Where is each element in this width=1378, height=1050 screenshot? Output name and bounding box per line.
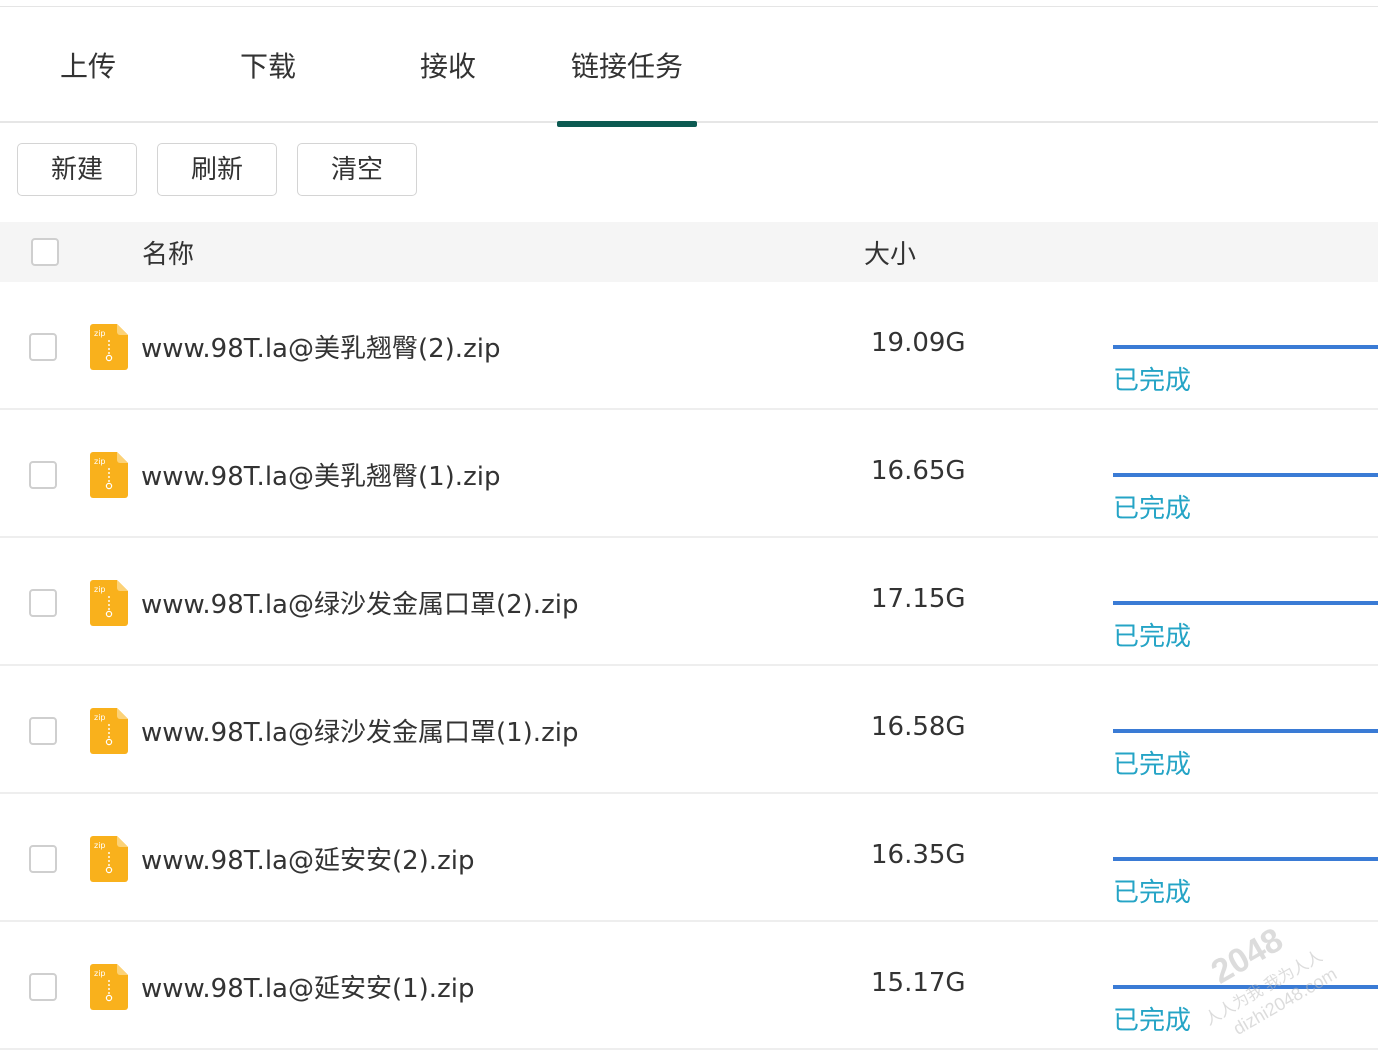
file-name[interactable]: www.98T.la@延安安(1).zip	[141, 968, 474, 1005]
tab-receive[interactable]: 接收	[400, 7, 496, 123]
zip-file-icon: zip	[90, 324, 128, 370]
file-name[interactable]: www.98T.la@美乳翘臀(1).zip	[141, 456, 500, 493]
row-checkbox[interactable]	[29, 717, 57, 745]
row-checkbox[interactable]	[29, 589, 57, 617]
table-row[interactable]: zip www.98T.la@延安安(1).zip 15.17G 已完成	[0, 922, 1378, 1050]
file-size: 15.17G	[871, 968, 966, 998]
table-row[interactable]: zip www.98T.la@绿沙发金属口罩(1).zip 16.58G 已完成	[0, 666, 1378, 794]
file-size: 19.09G	[871, 328, 966, 358]
zip-file-icon: zip	[90, 708, 128, 754]
svg-text:zip: zip	[94, 713, 106, 722]
svg-text:zip: zip	[94, 969, 106, 978]
file-name[interactable]: www.98T.la@延安安(2).zip	[141, 840, 474, 877]
row-checkbox[interactable]	[29, 973, 57, 1001]
file-size: 16.58G	[871, 712, 966, 742]
new-button[interactable]: 新建	[17, 143, 137, 196]
table-row[interactable]: zip www.98T.la@美乳翘臀(2).zip 19.09G 已完成	[0, 282, 1378, 410]
progress-bar	[1113, 345, 1378, 349]
file-name[interactable]: www.98T.la@绿沙发金属口罩(2).zip	[141, 584, 578, 621]
zip-file-icon: zip	[90, 452, 128, 498]
progress-bar	[1113, 601, 1378, 605]
status-text: 已完成	[1113, 366, 1192, 396]
transfer-tabs: 上传 下载 接收 链接任务	[0, 7, 1378, 127]
tab-link-tasks[interactable]: 链接任务	[557, 7, 697, 127]
row-checkbox[interactable]	[29, 333, 57, 361]
table-row[interactable]: zip www.98T.la@美乳翘臀(1).zip 16.65G 已完成	[0, 410, 1378, 538]
active-tab-indicator	[557, 121, 697, 127]
file-size: 17.15G	[871, 584, 966, 614]
progress-bar	[1113, 985, 1378, 989]
status-text: 已完成	[1113, 878, 1192, 908]
column-header-size[interactable]: 大小	[864, 234, 916, 271]
file-name[interactable]: www.98T.la@绿沙发金属口罩(1).zip	[141, 712, 578, 749]
row-checkbox[interactable]	[29, 461, 57, 489]
zip-file-icon: zip	[90, 964, 128, 1010]
table-header: 名称 大小	[0, 222, 1378, 282]
select-all-checkbox[interactable]	[31, 238, 59, 266]
svg-text:zip: zip	[94, 585, 106, 594]
tab-upload[interactable]: 上传	[40, 7, 136, 123]
column-header-name[interactable]: 名称	[142, 234, 194, 271]
table-row[interactable]: zip www.98T.la@绿沙发金属口罩(2).zip 17.15G 已完成	[0, 538, 1378, 666]
svg-text:zip: zip	[94, 457, 106, 466]
progress-bar	[1113, 473, 1378, 477]
row-checkbox[interactable]	[29, 845, 57, 873]
file-size: 16.35G	[871, 840, 966, 870]
svg-text:zip: zip	[94, 841, 106, 850]
file-name[interactable]: www.98T.la@美乳翘臀(2).zip	[141, 328, 500, 365]
file-size: 16.65G	[871, 456, 966, 486]
clear-button[interactable]: 清空	[297, 143, 417, 196]
status-text: 已完成	[1113, 1006, 1192, 1036]
status-text: 已完成	[1113, 622, 1192, 652]
progress-bar	[1113, 729, 1378, 733]
refresh-button[interactable]: 刷新	[157, 143, 277, 196]
svg-text:zip: zip	[94, 329, 106, 338]
table-row[interactable]: zip www.98T.la@延安安(2).zip 16.35G 已完成	[0, 794, 1378, 922]
progress-bar	[1113, 857, 1378, 861]
status-text: 已完成	[1113, 494, 1192, 524]
tab-download[interactable]: 下载	[220, 7, 316, 123]
zip-file-icon: zip	[90, 580, 128, 626]
zip-file-icon: zip	[90, 836, 128, 882]
status-text: 已完成	[1113, 750, 1192, 780]
